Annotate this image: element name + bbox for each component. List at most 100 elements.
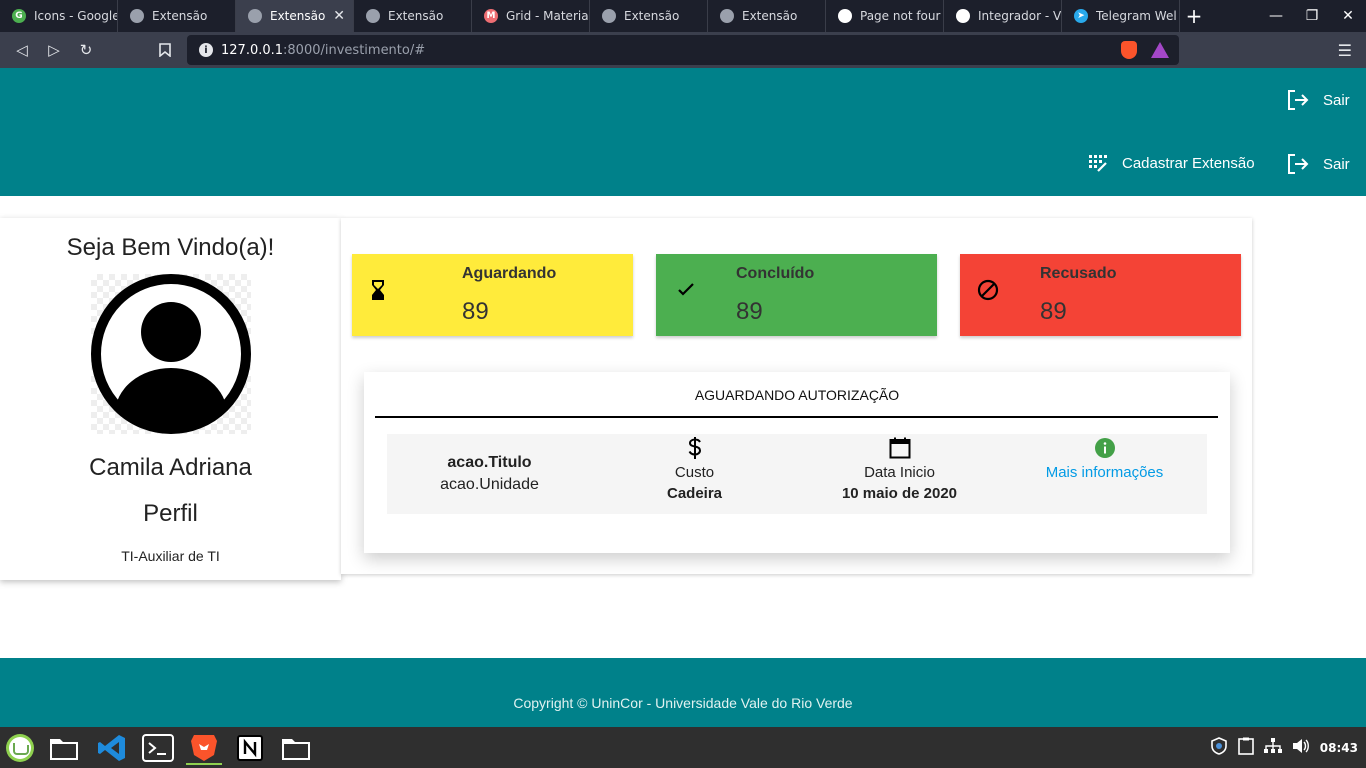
url-path: :8000/investimento/#: [283, 42, 426, 58]
copyright-text: Copyright © UninCor - Universidade Vale …: [513, 695, 853, 711]
register-extension-label: Cadastrar Extensão: [1122, 154, 1255, 172]
top-logout-link[interactable]: Sair: [1287, 90, 1350, 110]
globe-icon: [602, 9, 616, 23]
browser-toolbar: ◁ ▷ ↻ i 127.0.0.1:8000/investimento/# ☰: [0, 32, 1366, 68]
cost-label: Custo: [674, 464, 715, 481]
bookmark-icon[interactable]: [149, 34, 181, 66]
back-icon[interactable]: ◁: [6, 34, 38, 66]
authorization-row: acao.Titulo acao.Unidade Custo Cadeira D…: [387, 434, 1207, 514]
stat-card-waiting[interactable]: Aguardando 89: [352, 254, 633, 336]
more-info-column: Mais informações: [1002, 434, 1207, 514]
volume-icon[interactable]: [1292, 738, 1310, 757]
info-icon[interactable]: [1093, 436, 1117, 460]
browser-tab-active[interactable]: Extensão ✕: [236, 0, 354, 32]
stat-label: Concluído: [736, 265, 815, 282]
user-avatar-icon: [90, 274, 251, 434]
clock[interactable]: 08:43: [1320, 741, 1358, 755]
stat-value: 89: [736, 298, 763, 325]
browser-tab[interactable]: Page not four: [826, 0, 944, 32]
forward-icon[interactable]: ▷: [38, 34, 70, 66]
close-tab-icon[interactable]: ✕: [333, 8, 345, 24]
notion-icon[interactable]: [232, 731, 268, 765]
action-title: acao.Titulo: [447, 454, 532, 471]
tab-label: Extensão: [388, 9, 444, 23]
block-icon: [977, 279, 999, 301]
avatar: [90, 274, 251, 434]
browser-tab[interactable]: Extensão: [708, 0, 826, 32]
logout-icon: [1288, 90, 1309, 110]
globe-icon: [366, 9, 380, 23]
materialize-icon: M: [484, 9, 498, 23]
stat-label: Recusado: [1040, 265, 1117, 282]
network-icon[interactable]: [1263, 738, 1282, 757]
browser-menu-icon[interactable]: ☰: [1338, 41, 1352, 60]
divider: [375, 416, 1218, 418]
url-host: 127.0.0.1: [221, 42, 284, 58]
stat-value: 89: [1040, 298, 1067, 325]
os-taskbar: 08:43: [0, 727, 1366, 768]
browser-tab[interactable]: Integrador - V: [944, 0, 1062, 32]
mint-menu-icon[interactable]: [2, 731, 38, 765]
logout-label: Sair: [1323, 91, 1350, 109]
globe-icon: [130, 9, 144, 23]
app-header: Sair Cadastrar Extensão Sair: [0, 68, 1366, 196]
tab-label: Grid - Materia: [506, 9, 589, 23]
globe-icon: [956, 9, 970, 23]
minimize-icon[interactable]: —: [1258, 8, 1294, 24]
welcome-title: Seja Bem Vindo(a)!: [66, 234, 275, 261]
action-column: acao.Titulo acao.Unidade: [387, 434, 592, 514]
browser-tab[interactable]: Extensão: [354, 0, 472, 32]
window-controls: — ❐ ✕: [1258, 0, 1366, 32]
browser-tab[interactable]: Extensão: [590, 0, 708, 32]
tab-label: Icons - Google: [34, 9, 117, 23]
files-folder-icon[interactable]: [46, 731, 82, 765]
telegram-icon: ➤: [1074, 9, 1088, 23]
site-info-icon[interactable]: i: [199, 43, 213, 57]
dollar-icon: [683, 436, 707, 460]
reload-icon[interactable]: ↻: [70, 34, 102, 66]
tab-label: Page not four: [860, 9, 941, 23]
user-department: TI-Auxiliar de TI: [121, 548, 220, 564]
google-icon: G: [12, 9, 26, 23]
maximize-icon[interactable]: ❐: [1294, 8, 1330, 24]
user-name: Camila Adriana: [89, 454, 252, 481]
authorization-card: AGUARDANDO AUTORIZAÇÃO acao.Titulo acao.…: [364, 372, 1230, 553]
terminal-icon[interactable]: [140, 731, 176, 765]
tab-label: Integrador - V: [978, 9, 1061, 23]
logout-link[interactable]: Sair: [1287, 154, 1350, 174]
authorization-title: AGUARDANDO AUTORIZAÇÃO: [694, 387, 900, 403]
cost-column: Custo Cadeira: [592, 434, 797, 514]
action-unit: acao.Unidade: [440, 476, 539, 493]
date-column: Data Inicio 10 maio de 2020: [797, 434, 1002, 514]
brave-browser-icon[interactable]: [186, 731, 222, 765]
browser-tab[interactable]: Extensão: [118, 0, 236, 32]
grid-plus-icon: [1089, 155, 1107, 172]
tab-label: Extensão: [152, 9, 208, 23]
stat-card-done[interactable]: Concluído 89: [656, 254, 937, 336]
folder-icon[interactable]: [278, 731, 314, 765]
page-footer: Copyright © UninCor - Universidade Vale …: [0, 658, 1366, 727]
stat-card-refused[interactable]: Recusado 89: [960, 254, 1241, 336]
tab-label: Telegram Wel: [1096, 9, 1177, 23]
brave-rewards-icon[interactable]: [1151, 42, 1169, 58]
shield-icon[interactable]: [1210, 737, 1228, 758]
stat-value: 89: [462, 298, 489, 325]
profile-card: Seja Bem Vindo(a)! Camila Adriana Perfil…: [0, 218, 341, 580]
browser-tab[interactable]: M Grid - Materia: [472, 0, 590, 32]
browser-tab[interactable]: ➤ Telegram Wel: [1062, 0, 1180, 32]
calendar-icon: [888, 436, 912, 460]
globe-icon: [838, 9, 852, 23]
address-bar[interactable]: i 127.0.0.1:8000/investimento/#: [187, 35, 1179, 65]
logout-icon: [1288, 154, 1309, 174]
clipboard-icon[interactable]: [1237, 737, 1254, 758]
globe-icon: [248, 9, 262, 23]
date-label: Data Inicio: [864, 464, 935, 481]
browser-tab[interactable]: G Icons - Google: [0, 0, 118, 32]
brave-shields-icon[interactable]: [1121, 41, 1137, 59]
check-icon: [678, 283, 694, 296]
more-info-link[interactable]: Mais informações: [1002, 464, 1207, 481]
register-extension-link[interactable]: Cadastrar Extensão: [1088, 154, 1255, 172]
vscode-icon[interactable]: [94, 731, 130, 765]
close-window-icon[interactable]: ✕: [1330, 8, 1366, 24]
new-tab-button[interactable]: +: [1180, 0, 1208, 32]
